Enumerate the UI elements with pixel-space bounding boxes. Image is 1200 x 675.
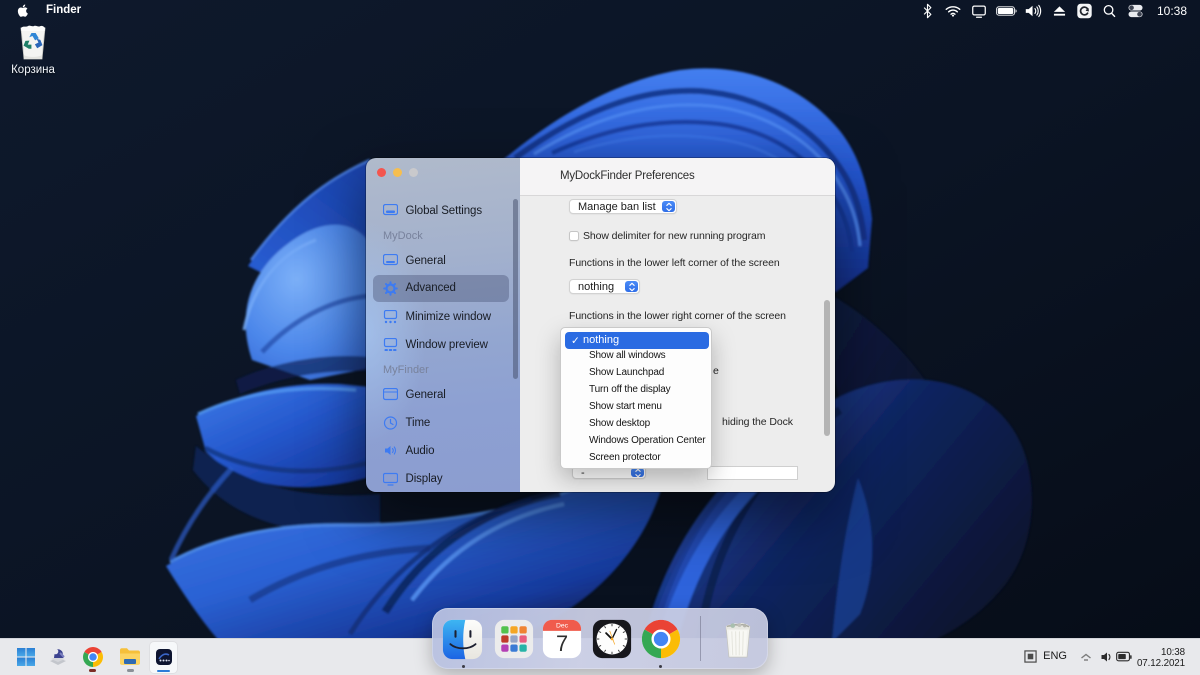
svg-text:7: 7 — [555, 631, 567, 656]
svg-text:Dec: Dec — [555, 623, 568, 630]
